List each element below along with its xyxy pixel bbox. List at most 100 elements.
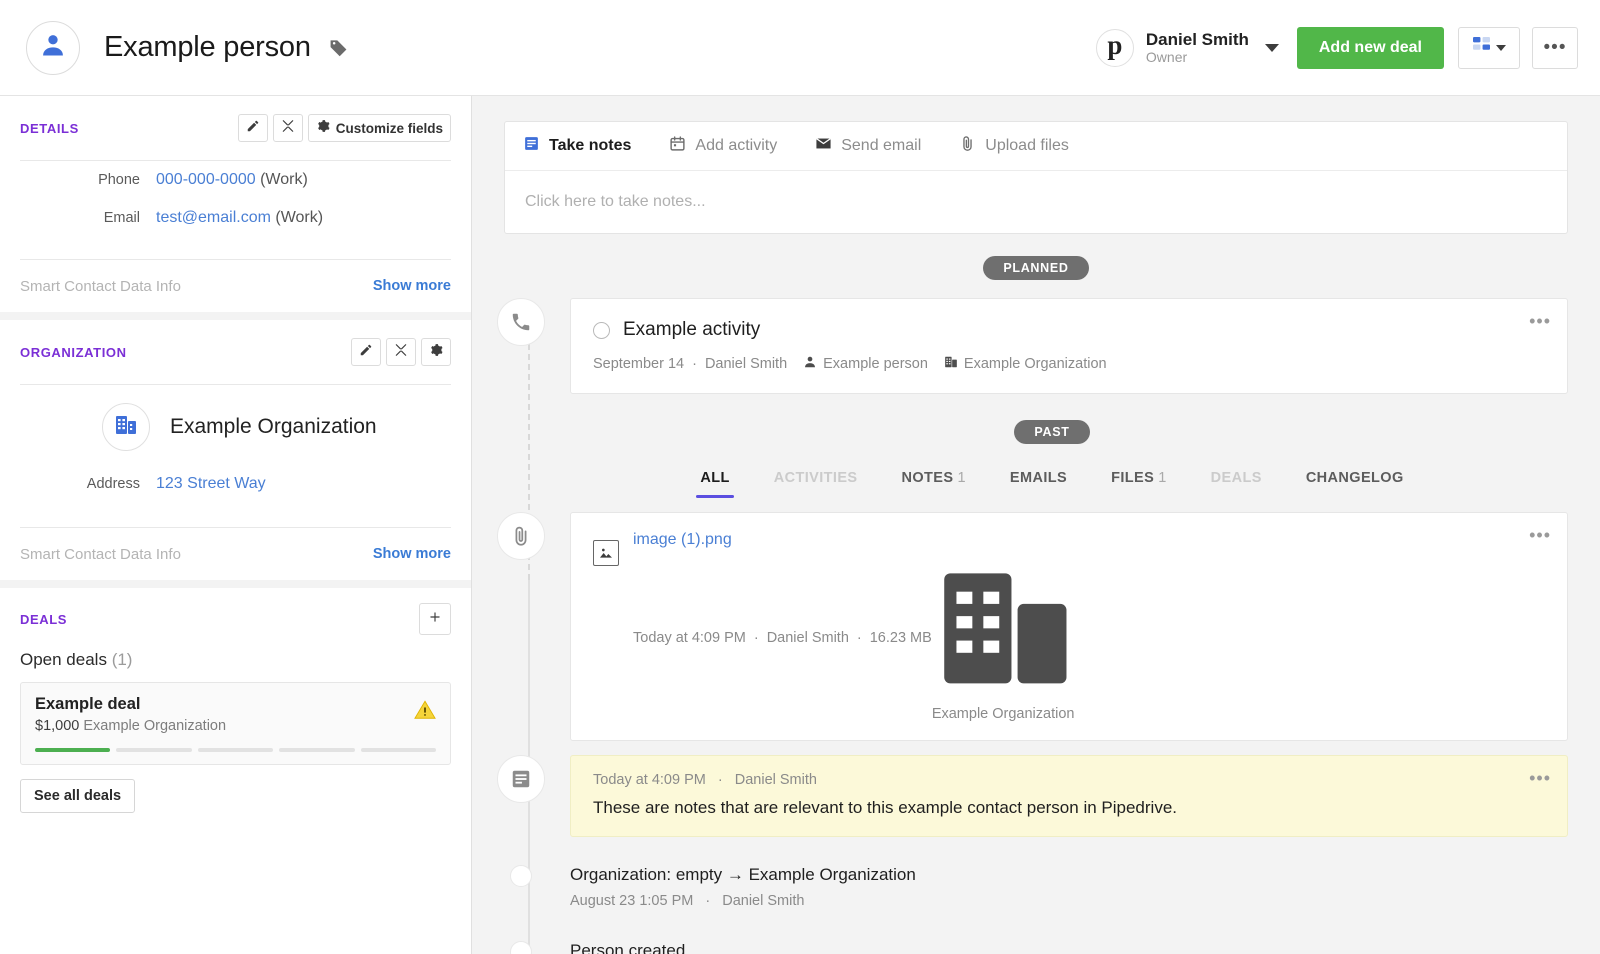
activity-person-chip[interactable]: Example person: [803, 355, 928, 373]
person-icon: [39, 31, 67, 64]
organization-identity[interactable]: Example Organization: [20, 403, 451, 451]
deals-panel-actions: [419, 603, 451, 635]
compose-tab-label: Take notes: [549, 137, 632, 154]
tab-notes-count: 1: [957, 470, 966, 486]
calendar-icon: [669, 135, 686, 157]
tab-notes[interactable]: NOTES 1: [879, 470, 987, 498]
pencil-icon: [359, 343, 373, 362]
meta-separator: ·: [692, 356, 697, 372]
file-card[interactable]: ••• image (1).png Today at 4:09 PM · Dan…: [570, 512, 1568, 741]
tab-deals[interactable]: DEALS: [1189, 470, 1284, 498]
envelope-icon: [815, 135, 832, 157]
compose-tab-take-notes[interactable]: Take notes: [523, 135, 631, 157]
plus-icon: [428, 610, 442, 629]
deal-organization: Example Organization: [83, 718, 227, 734]
details-collapse-button[interactable]: [272, 114, 303, 142]
file-time: Today at 4:09 PM: [633, 630, 746, 647]
tab-files[interactable]: FILES 1: [1089, 470, 1189, 498]
activity-date: September 14: [593, 356, 685, 372]
open-deals-count: (1): [111, 650, 133, 669]
details-smart-contact-row: Smart Contact Data Info Show more: [20, 260, 451, 312]
notes-placeholder: Click here to take notes...: [525, 193, 706, 210]
address-link[interactable]: 123 Street Way: [156, 475, 266, 492]
gear-icon: [429, 343, 443, 362]
organization-edit-button[interactable]: [351, 338, 381, 366]
more-options-button[interactable]: •••: [1532, 26, 1578, 69]
add-deal-button[interactable]: [419, 603, 451, 635]
organization-field-address: Address 123 Street Way: [20, 465, 451, 503]
open-deals-label: Open deals: [20, 650, 107, 669]
compose-box: Take notes Add activity Send email Uploa…: [504, 121, 1568, 234]
phone-link[interactable]: 000-000-0000: [156, 171, 256, 188]
compose-tab-add-activity[interactable]: Add activity: [669, 135, 777, 157]
organization-show-more-link[interactable]: Show more: [373, 546, 451, 562]
note-card[interactable]: ••• Today at 4:09 PM · Daniel Smith Thes…: [570, 754, 1568, 837]
tab-notes-label: NOTES: [901, 470, 954, 486]
note-icon: [523, 135, 540, 157]
activity-title-row: Example activity: [571, 299, 1567, 341]
owner-name: Daniel Smith: [1145, 29, 1249, 49]
organization-name: Example Organization: [170, 415, 377, 438]
activity-ellipsis-icon[interactable]: •••: [1529, 312, 1551, 330]
tag-icon[interactable]: [329, 38, 348, 57]
file-size: 16.23 MB: [869, 630, 932, 647]
organization-panel-header: ORGANIZATION: [20, 320, 451, 384]
detail-field-phone-value: 000-000-0000 (Work): [156, 171, 308, 189]
details-show-more-link[interactable]: Show more: [373, 278, 451, 294]
file-org-chip[interactable]: Example Organization: [932, 555, 1079, 722]
activity-org-chip[interactable]: Example Organization: [944, 355, 1107, 373]
tab-all[interactable]: ALL: [678, 470, 751, 498]
main-content: Take notes Add activity Send email Uploa…: [472, 96, 1600, 954]
tab-emails[interactable]: EMAILS: [988, 470, 1089, 498]
organization-smart-contact-row: Smart Contact Data Info Show more: [20, 528, 451, 580]
phone-label-suffix: (Work): [260, 171, 308, 188]
email-link[interactable]: test@email.com: [156, 209, 271, 226]
file-meta: Today at 4:09 PM · Daniel Smith · 16.23 …: [633, 555, 1079, 722]
add-new-deal-button[interactable]: Add new deal: [1296, 26, 1444, 69]
compose-tab-label: Upload files: [985, 137, 1069, 154]
notes-input[interactable]: Click here to take notes...: [505, 171, 1567, 233]
file-info: image (1).png Today at 4:09 PM · Daniel …: [633, 531, 1079, 722]
detail-field-phone: Phone 000-000-0000 (Work): [20, 161, 451, 199]
note-ellipsis-icon[interactable]: •••: [1529, 769, 1551, 787]
view-switcher-button[interactable]: [1458, 26, 1520, 69]
changelog-title: Organization: empty → Example Organizati…: [570, 864, 916, 884]
changelog-owner: Daniel Smith: [722, 892, 805, 909]
organization-spacer: [20, 509, 451, 527]
changelog-meta: August 23 1:05 PM · Daniel Smith: [570, 893, 916, 909]
person-avatar: [26, 20, 80, 75]
compose-tab-label: Add activity: [695, 137, 778, 154]
phone-icon: [497, 298, 545, 346]
warning-icon: [414, 699, 436, 726]
owner-chevron-down-icon[interactable]: [1264, 43, 1279, 52]
organization-collapse-button[interactable]: [386, 338, 416, 366]
file-name-link[interactable]: image (1).png: [633, 531, 1079, 549]
detail-field-phone-label: Phone: [98, 172, 140, 188]
file-ellipsis-icon[interactable]: •••: [1529, 526, 1551, 544]
activity-meta: September 14 · Daniel Smith Example pers…: [571, 341, 1567, 393]
compose-tab-upload-files[interactable]: Upload files: [959, 135, 1069, 157]
compose-tab-send-email[interactable]: Send email: [815, 135, 921, 157]
details-panel-header: DETAILS Customize fields: [20, 96, 451, 160]
customize-fields-button[interactable]: Customize fields: [307, 114, 451, 142]
gear-icon: [316, 119, 330, 138]
planned-section-divider: PLANNED: [472, 256, 1600, 280]
activity-card[interactable]: ••• Example activity September 14 · Dani…: [570, 298, 1568, 394]
tab-changelog[interactable]: CHANGELOG: [1284, 470, 1426, 498]
pencil-icon: [246, 119, 260, 138]
detail-field-email-label: Email: [103, 210, 140, 226]
tab-files-count: 1: [1158, 470, 1167, 486]
owner-info[interactable]: Daniel Smith Owner: [1146, 30, 1249, 66]
file-org-name: Example Organization: [931, 705, 1075, 722]
see-all-deals-button[interactable]: See all deals: [20, 779, 136, 813]
activity-name: Example activity: [623, 319, 761, 340]
activity-done-checkbox[interactable]: [593, 321, 610, 339]
deal-card[interactable]: Example deal $1,000 Example Organization: [20, 682, 451, 765]
organization-smart-contact-label: Smart Contact Data Info: [20, 545, 181, 563]
details-edit-button[interactable]: [237, 114, 268, 142]
tab-activities[interactable]: ACTIVITIES: [752, 470, 880, 498]
left-sidebar: DETAILS Customize fields Phone 000-000-0…: [0, 96, 472, 954]
organization-settings-button[interactable]: [421, 338, 451, 366]
activity-person-name: Example person: [823, 356, 928, 372]
planned-pill: PLANNED: [983, 256, 1089, 280]
